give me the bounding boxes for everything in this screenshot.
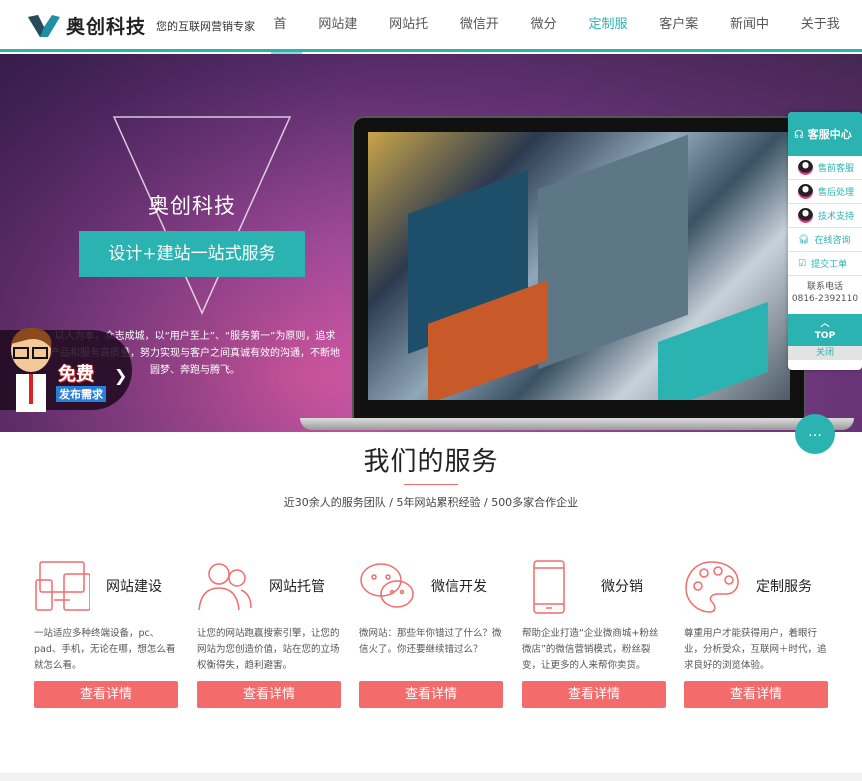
hero-brand: 奥创科技	[148, 194, 236, 218]
card-title: 网站建设	[106, 579, 162, 595]
main-nav: 首页 网站建设 网站托管 微信开发 微分销 定制服务 客户案例 新闻中心 关于我…	[264, 0, 862, 82]
service-panel-header: ☊ 客服中心	[788, 112, 862, 156]
services-title: 我们的服务	[363, 447, 499, 477]
header: 奥创科技 您的互联网营销专家 首页 网站建设 网站托管 微信开发 微分销 定制服…	[0, 0, 862, 82]
card-title: 微信开发	[431, 579, 487, 595]
tech-support-link[interactable]: 技术支持	[788, 204, 862, 228]
cartoon-man-icon	[11, 327, 52, 412]
presales-link[interactable]: 售前客服	[788, 156, 862, 180]
phone-icon	[533, 560, 565, 614]
users-icon	[198, 563, 252, 611]
footer-strip	[0, 773, 862, 781]
nav-website-build[interactable]: 网站建设	[309, 0, 380, 82]
logo[interactable]: 奥创科技 您的互联网营销专家	[26, 12, 255, 39]
item-label: 售前客服	[818, 164, 855, 174]
phone-number: 0816-2392110	[791, 294, 859, 304]
hero-tagline: 设计+建站一站式服务	[79, 231, 305, 277]
logo-icon	[28, 14, 60, 37]
view-details-button[interactable]: 查看详情	[522, 681, 666, 708]
qq-icon	[798, 184, 813, 199]
view-details-button[interactable]: 查看详情	[359, 681, 503, 708]
card-title: 微分销	[601, 579, 643, 595]
item-label: 售后处理	[818, 188, 855, 198]
promo-publish-label: 发布需求	[56, 386, 106, 402]
qq-icon	[798, 208, 813, 223]
contact-phone: 联系电话 0816-2392110	[788, 276, 862, 314]
phone-label: 联系电话	[806, 282, 843, 292]
card-desc: 让您的网站跑赢搜索引擎，让您的网站为您创造价值，站在您的立场权衡得失，趋利避害。	[197, 628, 340, 671]
checkbox-icon: ☑	[798, 258, 807, 269]
nav-about[interactable]: 关于我们	[791, 0, 862, 82]
item-label: 技术支持	[818, 212, 855, 222]
top-label: TOP	[814, 331, 836, 341]
nav-home[interactable]: 首页	[264, 0, 309, 82]
service-panel-title: 客服中心	[807, 128, 852, 141]
online-consult-link[interactable]: 🎧︎ 在线咨询	[788, 228, 862, 252]
brand-name: 奥创科技	[66, 16, 147, 38]
laptop-base	[300, 418, 854, 430]
card-title: 网站托管	[269, 579, 325, 595]
nav-website-hosting[interactable]: 网站托管	[380, 0, 451, 82]
headset-icon: ☊	[794, 127, 804, 141]
aftersales-link[interactable]: 售后处理	[788, 180, 862, 204]
headset-icon: 🎧︎	[798, 234, 810, 245]
card-desc: 微网站：那些年你错过了什么？微信火了。你还要继续错过么？	[359, 628, 502, 655]
nav-wechat-dev[interactable]: 微信开发	[450, 0, 521, 82]
laptop-image	[352, 116, 806, 422]
view-details-button[interactable]: 查看详情	[197, 681, 341, 708]
laptop-screen	[368, 132, 790, 400]
card-title: 定制服务	[756, 579, 812, 595]
card-desc: 尊重用户才能获得用户，着眼行业，分析受众，互联网＋时代，追求良好的浏览体验。	[684, 628, 827, 671]
nav-custom-service[interactable]: 定制服务	[579, 0, 650, 82]
item-label: 提交工单	[811, 260, 848, 270]
card-desc: 一站适应多种终端设备，pc、pad、手机，无论在哪，想怎么看就怎么看。	[34, 628, 176, 671]
promo-free-label: 免费	[58, 364, 94, 385]
chat-icon: …	[808, 424, 822, 440]
title-divider	[404, 484, 458, 485]
nav-micro-distribution[interactable]: 微分销	[521, 0, 579, 82]
brand-slogan: 您的互联网营销专家	[156, 19, 256, 33]
back-to-top-button[interactable]: ︿ TOP	[788, 314, 862, 346]
chevron-up-icon: ︿	[820, 319, 830, 329]
customer-service-panel: ☊ 客服中心 售前客服 售后处理 技术支持 🎧︎ 在线咨询 ☑ 提交工单 联系电话 08…	[788, 112, 862, 370]
close-panel-button[interactable]: 关闭	[788, 346, 862, 360]
view-details-button[interactable]: 查看详情	[684, 681, 828, 708]
devices-icon	[35, 561, 90, 611]
submit-ticket-link[interactable]: ☑ 提交工单	[788, 252, 862, 276]
nav-news[interactable]: 新闻中心	[720, 0, 791, 82]
chevron-right-icon[interactable]: ❯	[114, 366, 127, 385]
card-desc: 帮助企业打造“企业微商城+粉丝微店”的微信营销模式，粉丝裂变，让更多的人来帮你卖…	[522, 628, 659, 671]
wechat-icon	[360, 563, 414, 608]
palette-icon	[685, 561, 739, 613]
services-subtitle: 近30余人的服务团队 / 5年网站累积经验 / 500多家合作企业	[283, 496, 579, 509]
item-label: 在线咨询	[814, 236, 851, 246]
nav-cases[interactable]: 客户案例	[650, 0, 721, 82]
view-details-button[interactable]: 查看详情	[34, 681, 178, 708]
qq-icon	[798, 160, 813, 175]
